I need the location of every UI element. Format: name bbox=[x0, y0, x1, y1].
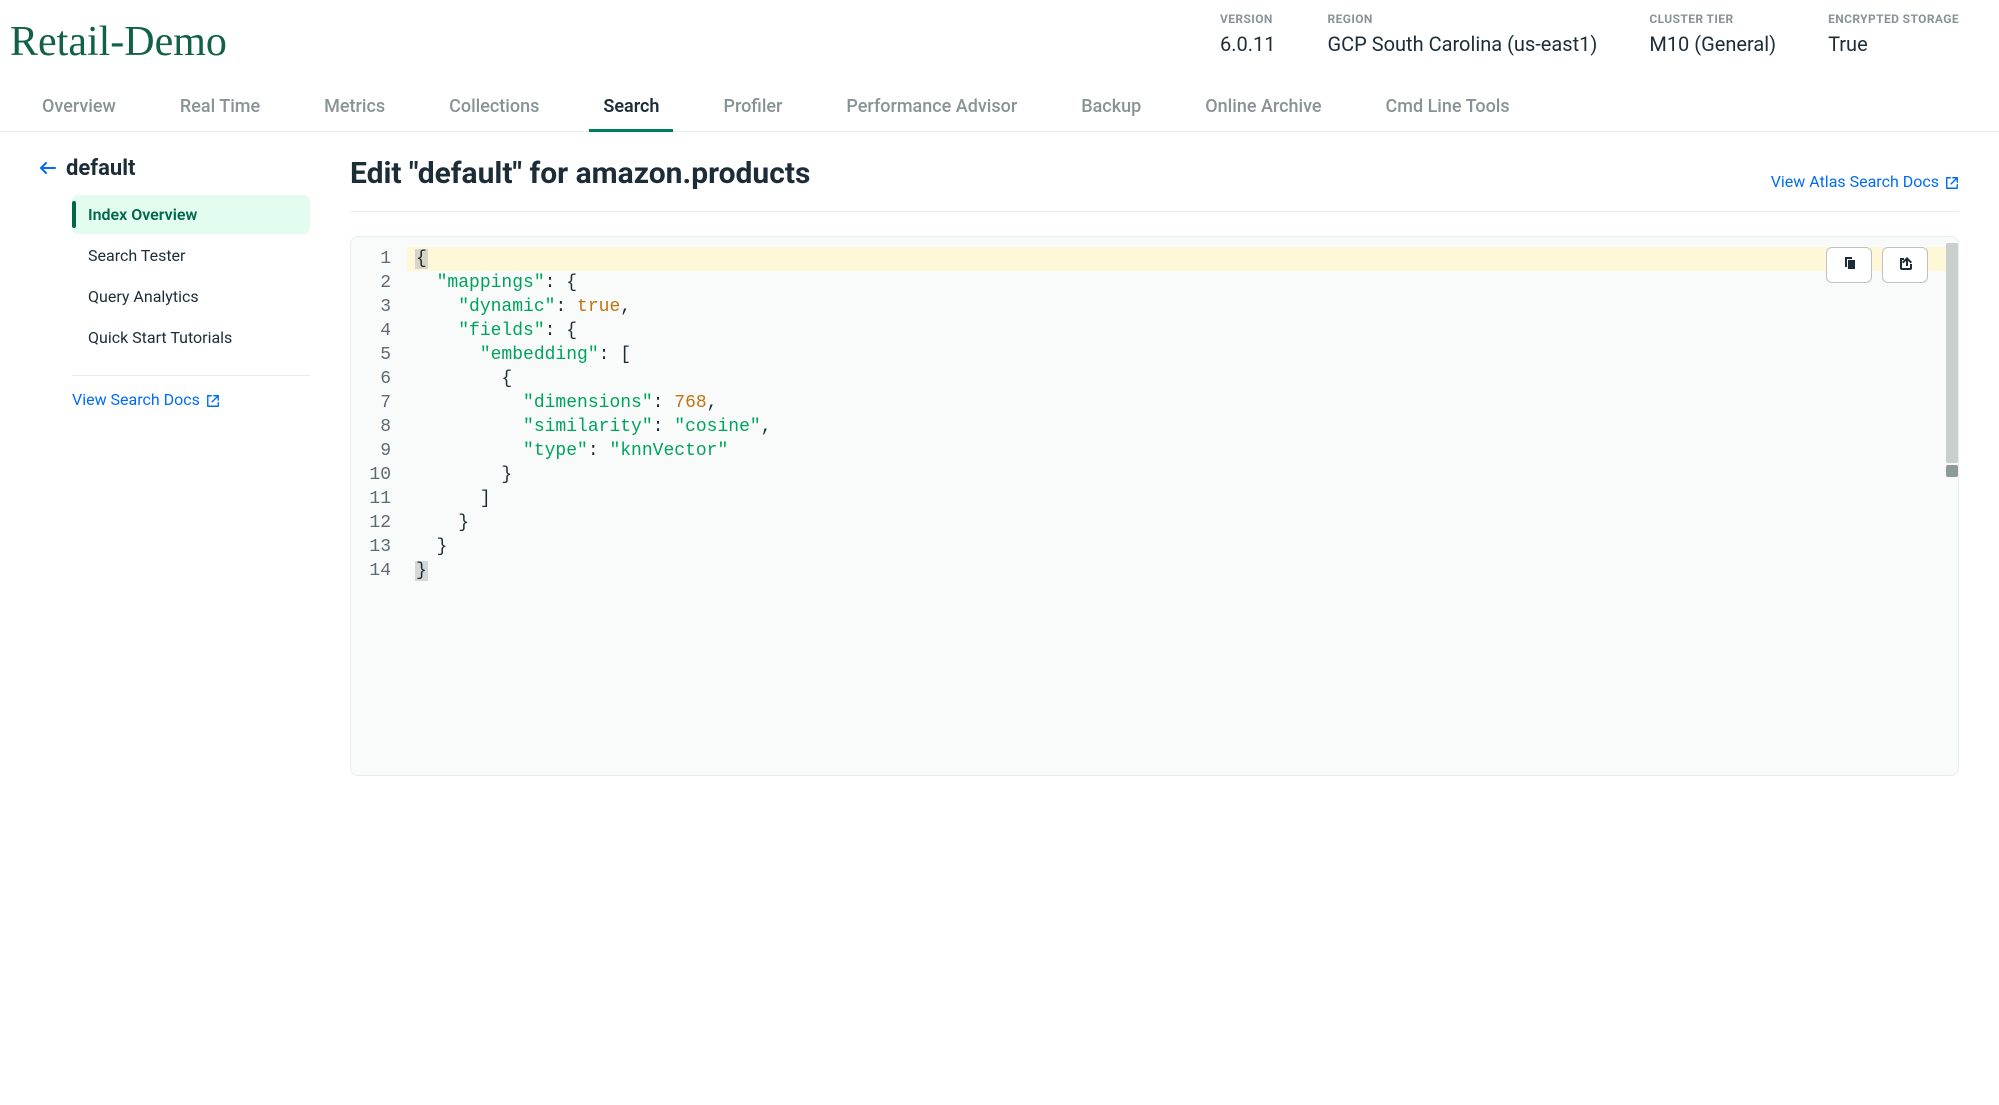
cluster-name: Retail-Demo bbox=[10, 6, 227, 66]
main-panel: Edit "default" for amazon.products View … bbox=[350, 156, 1959, 776]
tab-cmd-line-tools[interactable]: Cmd Line Tools bbox=[1384, 88, 1512, 131]
meta-region: REGION GCP South Carolina (us-east1) bbox=[1328, 12, 1598, 56]
export-icon bbox=[1897, 255, 1913, 275]
sidebar-item-index-overview[interactable]: Index Overview bbox=[72, 195, 310, 234]
tab-search[interactable]: Search bbox=[601, 88, 661, 131]
scrollbar-thumb[interactable] bbox=[1946, 465, 1958, 477]
external-link-icon bbox=[206, 393, 220, 407]
tab-collections[interactable]: Collections bbox=[447, 88, 541, 131]
scrollbar-track[interactable] bbox=[1946, 243, 1958, 463]
page-title: Edit "default" for amazon.products bbox=[350, 156, 810, 191]
tab-backup[interactable]: Backup bbox=[1079, 88, 1143, 131]
sidebar-item-query-analytics[interactable]: Query Analytics bbox=[72, 277, 310, 316]
meta-value: 6.0.11 bbox=[1220, 32, 1276, 56]
breadcrumb: default bbox=[40, 156, 310, 181]
meta-value: M10 (General) bbox=[1649, 32, 1776, 56]
cluster-meta: VERSION 6.0.11 REGION GCP South Carolina… bbox=[1220, 6, 1959, 56]
docs-link-label: View Atlas Search Docs bbox=[1771, 172, 1939, 191]
meta-value: True bbox=[1828, 32, 1959, 56]
external-link-icon bbox=[1945, 175, 1959, 189]
json-editor[interactable]: 1234567891011121314 { "mappings": { "dyn… bbox=[350, 236, 1959, 776]
sidebar-divider bbox=[72, 375, 310, 376]
cluster-tabs: Overview Real Time Metrics Collections S… bbox=[0, 88, 1999, 132]
line-gutter: 1234567891011121314 bbox=[351, 237, 407, 775]
docs-link-label: View Search Docs bbox=[72, 390, 200, 409]
meta-label: REGION bbox=[1328, 12, 1598, 26]
meta-version: VERSION 6.0.11 bbox=[1220, 12, 1276, 56]
meta-label: VERSION bbox=[1220, 12, 1276, 26]
meta-label: ENCRYPTED STORAGE bbox=[1828, 12, 1959, 26]
export-button[interactable] bbox=[1882, 247, 1928, 283]
tab-metrics[interactable]: Metrics bbox=[322, 88, 387, 131]
sidebar-item-quick-start-tutorials[interactable]: Quick Start Tutorials bbox=[72, 318, 310, 357]
meta-encrypted-storage: ENCRYPTED STORAGE True bbox=[1828, 12, 1959, 56]
tab-profiler[interactable]: Profiler bbox=[721, 88, 784, 131]
breadcrumb-title: default bbox=[66, 156, 136, 181]
view-atlas-search-docs-link[interactable]: View Atlas Search Docs bbox=[1771, 172, 1959, 191]
copy-icon bbox=[1841, 255, 1857, 275]
meta-label: CLUSTER TIER bbox=[1649, 12, 1776, 26]
back-arrow-icon[interactable] bbox=[40, 159, 56, 178]
sidebar-nav: Index Overview Search Tester Query Analy… bbox=[72, 195, 310, 357]
code-content[interactable]: { "mappings": { "dynamic": true, "fields… bbox=[407, 237, 1958, 775]
tab-overview[interactable]: Overview bbox=[40, 88, 118, 131]
tab-online-archive[interactable]: Online Archive bbox=[1203, 88, 1323, 131]
tab-performance-advisor[interactable]: Performance Advisor bbox=[844, 88, 1019, 131]
meta-cluster-tier: CLUSTER TIER M10 (General) bbox=[1649, 12, 1776, 56]
editor-body[interactable]: 1234567891011121314 { "mappings": { "dyn… bbox=[351, 237, 1958, 775]
meta-value: GCP South Carolina (us-east1) bbox=[1328, 32, 1598, 56]
cluster-header: Retail-Demo VERSION 6.0.11 REGION GCP So… bbox=[0, 0, 1999, 66]
editor-toolbar bbox=[1826, 247, 1928, 283]
copy-button[interactable] bbox=[1826, 247, 1872, 283]
tab-real-time[interactable]: Real Time bbox=[178, 88, 262, 131]
view-search-docs-link[interactable]: View Search Docs bbox=[72, 390, 220, 409]
main-header: Edit "default" for amazon.products View … bbox=[350, 156, 1959, 212]
sidebar-item-search-tester[interactable]: Search Tester bbox=[72, 236, 310, 275]
search-sidebar: default Index Overview Search Tester Que… bbox=[40, 156, 310, 776]
